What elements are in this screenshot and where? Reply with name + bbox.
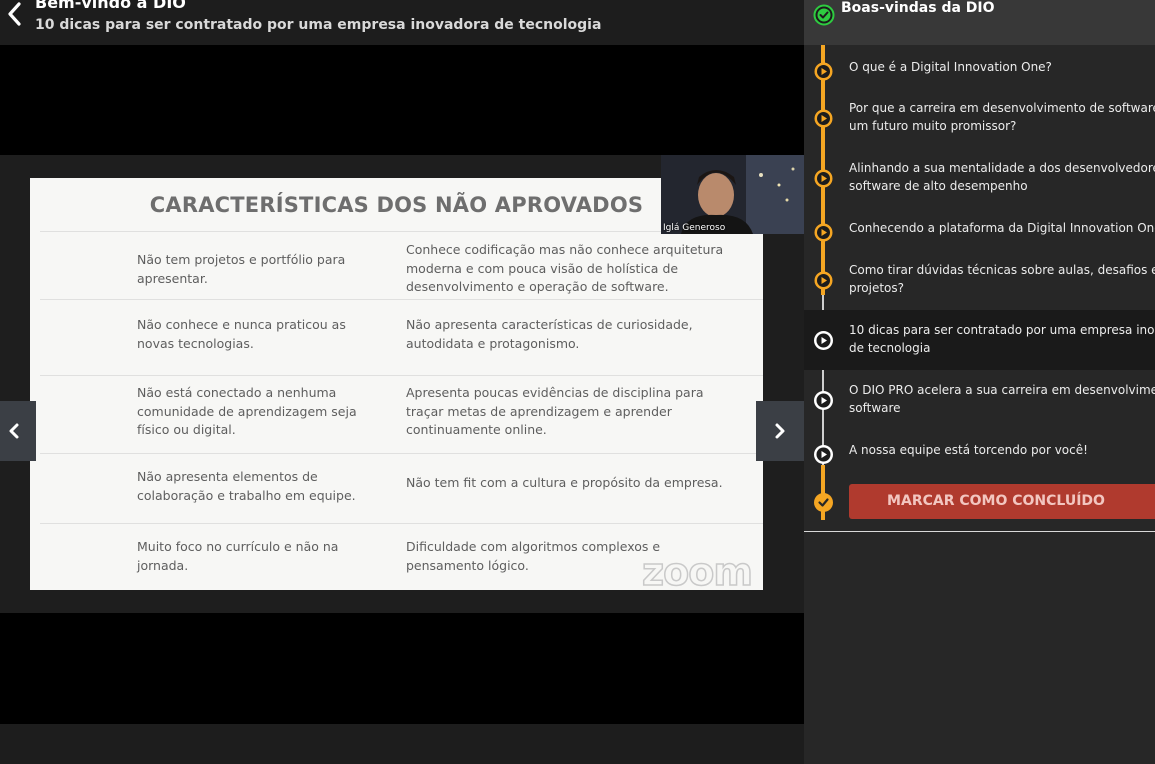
section-complete-check-icon [813, 4, 835, 26]
play-icon [814, 109, 833, 128]
video-player[interactable]: CARACTERÍSTICAS DOS NÃO APROVADOS Não te… [0, 45, 804, 724]
lesson-item[interactable]: Conhecendo a plataforma da Digital Innov… [804, 212, 1155, 252]
presentation-slide: CARACTERÍSTICAS DOS NÃO APROVADOS Não te… [30, 178, 763, 595]
lesson-item-label: Por que a carreira em desenvolvimento de… [849, 101, 1155, 115]
lesson-item[interactable]: Como tirar dúvidas técnicas sobre aulas,… [804, 258, 1155, 304]
row-right-text: Apresenta poucas evidências de disciplin… [406, 385, 704, 437]
slide-row: Não apresenta elementos de colaboração e… [40, 453, 763, 523]
lesson-item[interactable]: Alinhando a sua mentalidade a dos desenv… [804, 156, 1155, 202]
next-slide-button[interactable] [756, 401, 804, 461]
webcam-name: Iglá Generoso [663, 223, 726, 233]
lesson-item-label-line2: de tecnologia [849, 341, 931, 355]
lesson-item-label-line2: um futuro muito promissor? [849, 119, 1017, 133]
row-left-text: Muito foco no currículo e não na jornada… [137, 539, 339, 573]
chevron-right-icon [775, 423, 785, 439]
play-icon [814, 331, 833, 350]
play-icon [814, 62, 833, 81]
back-arrow-icon[interactable] [2, 0, 28, 28]
row-right-text: Conhece codificação mas não conhece arqu… [406, 242, 724, 294]
row-left-text: Não tem projetos e portfólio para aprese… [137, 252, 346, 286]
play-icon [814, 223, 833, 242]
lesson-item-label: O DIO PRO acelera a sua carreira em dese… [849, 383, 1155, 397]
slide-title: CARACTERÍSTICAS DOS NÃO APROVADOS [149, 193, 644, 217]
lesson-item-label: Conhecendo a plataforma da Digital Innov… [849, 221, 1155, 235]
section-header[interactable]: Boas-vindas da DIO [804, 0, 1155, 45]
below-video-area [0, 724, 804, 764]
lesson-item-label-line2: software [849, 401, 901, 415]
slide-row: Não conhece e nunca praticou as novas te… [40, 299, 763, 375]
play-icon [814, 445, 833, 464]
lesson-title: 10 dicas para ser contratado por uma emp… [35, 17, 602, 33]
chevron-left-icon [9, 423, 19, 439]
lesson-item[interactable]: O que é a Digital Innovation One? [804, 50, 1155, 90]
previous-slide-button[interactable] [0, 401, 36, 461]
lesson-header: Bem-vindo à DIO 10 dicas para ser contra… [0, 0, 804, 45]
sidebar-divider [804, 531, 1155, 532]
row-left-text: Não apresenta elementos de colaboração e… [137, 469, 356, 503]
slide-row: Não tem projetos e portfólio para aprese… [40, 231, 763, 299]
course-title: Bem-vindo à DIO [35, 0, 186, 12]
section-title: Boas-vindas da DIO [841, 0, 995, 16]
play-icon [814, 169, 833, 188]
row-left-text: Não está conectado a nenhuma comunidade … [137, 385, 357, 437]
lesson-item[interactable]: O DIO PRO acelera a sua carreira em dese… [804, 378, 1155, 424]
lesson-item-label: O que é a Digital Innovation One? [849, 60, 1052, 74]
lesson-item-label-line2: projetos? [849, 281, 905, 295]
zoom-watermark: zoom [641, 549, 753, 595]
lesson-page: Bem-vindo à DIO 10 dicas para ser contra… [0, 0, 1155, 764]
lesson-item-label-line2: software de alto desempenho [849, 179, 1028, 193]
row-right-text: Não tem fit com a cultura e propósito da… [406, 475, 723, 490]
row-left-text: Não conhece e nunca praticou as novas te… [137, 317, 346, 351]
play-icon [814, 271, 833, 290]
lesson-item-label: Alinhando a sua mentalidade a dos desenv… [849, 161, 1155, 175]
row-right-text: Não apresenta características de curiosi… [406, 317, 693, 351]
lesson-item-label: Como tirar dúvidas técnicas sobre aulas,… [849, 263, 1155, 277]
check-icon [814, 493, 833, 512]
slide-row: Não está conectado a nenhuma comunidade … [40, 375, 763, 453]
lesson-item-current[interactable]: 10 dicas para ser contratado por uma emp… [804, 310, 1155, 370]
webcam-thumbnail: Iglá Generoso [661, 155, 804, 234]
screen-share: CARACTERÍSTICAS DOS NÃO APROVADOS Não te… [0, 155, 804, 613]
lesson-item-label: 10 dicas para ser contratado por uma emp… [849, 323, 1155, 337]
mark-complete-button[interactable]: MARCAR COMO CONCLUÍDO [849, 484, 1155, 519]
lesson-item[interactable]: A nossa equipe está torcendo por você! [804, 434, 1155, 474]
lesson-item-label: A nossa equipe está torcendo por você! [849, 443, 1088, 457]
lesson-item[interactable]: Por que a carreira em desenvolvimento de… [804, 96, 1155, 142]
lesson-sidebar: Boas-vindas da DIO O que é a Digital Inn… [804, 0, 1155, 764]
play-icon [814, 391, 833, 410]
